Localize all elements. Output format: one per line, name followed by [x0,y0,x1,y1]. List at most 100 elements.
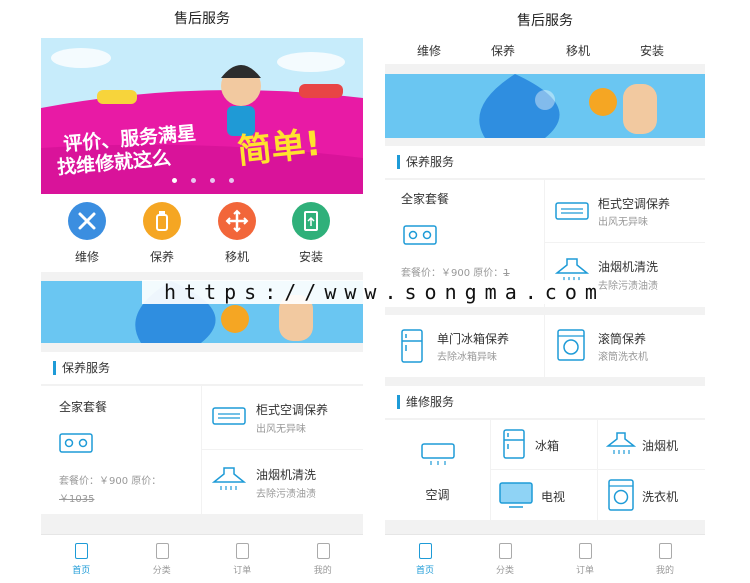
package-price: 套餐价：￥900 原价：1 [401,264,510,279]
secondary-banner[interactable] [385,74,705,138]
bottom-tab-bar: 首页 分类 订单 我的 [41,534,363,583]
section-header: 保养服务 [385,146,705,178]
tab-label: 订单 [233,566,252,576]
package-card[interactable]: 全家套餐 套餐价：￥900 原价： ￥1035 [41,386,201,514]
tab-label: 订单 [575,566,594,576]
service-title: 油烟机清洗 [256,468,317,482]
service-title: 柜式空调保养 [256,403,329,417]
section-header: 维修服务 [385,386,705,418]
package-title: 全家套餐 [401,192,450,206]
category-label: 保养 [149,250,174,264]
page-title: 售后服务 [385,0,705,42]
tab-category[interactable]: 分类 [465,535,545,583]
tab-home[interactable]: 首页 [41,535,122,583]
service-subtitle: 滚筒洗衣机 [598,352,648,363]
section-accent-bar [397,155,400,169]
tab-profile[interactable]: 我的 [283,535,364,583]
install-icon [292,202,330,240]
repair-item[interactable]: 电视 [491,470,597,520]
washing-machine-icon [557,329,585,361]
repair-item[interactable]: 冰箱 [491,420,597,469]
section-accent-bar [53,361,56,375]
move-arrows-icon [218,202,256,240]
repair-item[interactable]: 洗衣机 [598,470,705,520]
repair-label: 冰箱 [535,439,560,453]
profile-icon [316,543,330,559]
package-old-price: 1 [503,268,510,279]
repair-label: 洗衣机 [642,490,679,504]
category-install[interactable]: 安装 [271,202,351,265]
tv-icon [499,482,533,508]
orders-icon [579,543,592,559]
repair-item[interactable]: 油烟机 [598,420,705,469]
service-subtitle: 去除污渍油渍 [598,281,658,292]
package-price: 套餐价：￥900 原价： [59,476,162,487]
repair-item[interactable]: 空调 [385,420,490,520]
home-icon [75,543,89,559]
page-title: 售后服务 [41,0,363,38]
carousel-dot[interactable] [191,178,196,183]
promo-banner[interactable]: 评价、服务满星 找维修就这么 简单! [41,38,363,194]
air-conditioner-icon [555,202,589,220]
tab-label: 我的 [655,566,674,576]
tab-label: 我的 [313,566,332,576]
category-move[interactable]: 移机 [197,202,277,265]
carousel-dot[interactable] [210,178,215,183]
section-header: 保养服务 [41,352,363,384]
service-subtitle: 出风无异味 [256,424,306,435]
carousel-dot[interactable] [172,178,177,183]
category-maintenance[interactable]: 保养 [122,202,202,265]
air-conditioner-icon [212,407,246,425]
tab-label: 首页 [415,566,434,576]
service-subtitle: 去除污渍油渍 [256,489,316,500]
subnav-repair[interactable]: 维修 [417,42,441,59]
service-title: 柜式空调保养 [598,197,671,211]
range-hood-icon [212,467,246,490]
orders-icon [236,543,250,559]
range-hood-icon [606,432,636,454]
category-label: 安装 [298,250,323,264]
package-title: 全家套餐 [59,400,108,414]
tools-icon [68,202,106,240]
sub-navigation: 维修 保养 移机 安装 [385,42,705,64]
washing-machine-icon [608,479,634,511]
banner-emphasis: 简单! [235,123,323,173]
tab-label: 首页 [72,566,91,576]
category-grid: 维修 保养 移机 安装 [41,194,363,272]
service-title: 油烟机清洗 [598,260,659,274]
package-price-text: 套餐价：￥900 原价： [401,268,504,279]
fridge-icon [401,329,423,363]
section-title: 保养服务 [406,155,455,169]
stove-icon [403,225,437,245]
category-icon [499,543,512,559]
subnav-move[interactable]: 移机 [566,42,590,59]
home-icon [419,543,432,559]
service-subtitle: 去除冰箱异味 [437,352,497,363]
repair-label: 电视 [541,490,566,504]
repair-label: 空调 [425,488,450,502]
air-conditioner-icon [421,443,455,465]
service-title: 单门冰箱保养 [437,332,510,346]
tab-orders[interactable]: 订单 [202,535,283,583]
service-title: 滚筒保养 [598,332,647,346]
subnav-install[interactable]: 安装 [640,42,664,59]
service-subtitle: 出风无异味 [598,217,648,228]
profile-icon [659,543,672,559]
service-item[interactable]: 单门冰箱保养 去除冰箱异味 [385,315,544,377]
tab-profile[interactable]: 我的 [625,535,705,583]
category-repair[interactable]: 维修 [47,202,127,265]
tab-home[interactable]: 首页 [385,535,465,583]
section-title: 维修服务 [406,395,455,409]
subnav-maintenance[interactable]: 保养 [491,42,515,59]
carousel-dot[interactable] [229,178,234,183]
bottle-icon [143,202,181,240]
service-item[interactable]: 柜式空调保养 出风无异味 [545,180,705,242]
tab-category[interactable]: 分类 [122,535,203,583]
service-item[interactable]: 油烟机清洗 去除污渍油渍 [202,450,363,514]
bottom-tab-bar: 首页 分类 订单 我的 [385,534,705,583]
service-item[interactable]: 柜式空调保养 出风无异味 [202,386,363,449]
tab-orders[interactable]: 订单 [545,535,625,583]
package-old-price: ￥1035 [59,494,95,505]
tab-label: 分类 [495,566,514,576]
service-item[interactable]: 滚筒保养 滚筒洗衣机 [545,315,705,377]
